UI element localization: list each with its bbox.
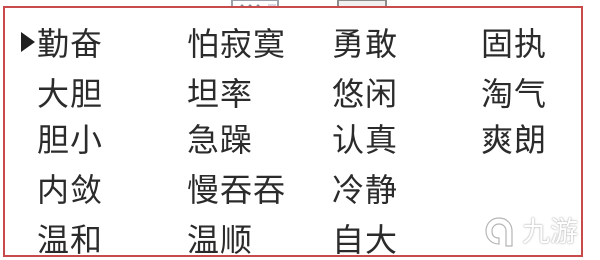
nature-option[interactable]: 认真 xyxy=(332,120,398,160)
nature-option[interactable]: 勇敢 xyxy=(332,24,398,64)
nature-option[interactable]: 温和 xyxy=(37,220,103,260)
nature-option[interactable]: 坦率 xyxy=(187,74,253,114)
nature-option[interactable]: 勤奋 xyxy=(37,24,103,64)
nature-selection-window: 勤奋 怕寂寞 勇敢 固执 大胆 坦率 悠闲 淘气 胆小 急躁 认真 爽朗 内敛 … xyxy=(0,0,600,260)
nature-option[interactable]: 悠闲 xyxy=(332,74,398,114)
nature-option[interactable]: 慢吞吞 xyxy=(187,170,286,210)
nature-option[interactable]: 内敛 xyxy=(37,170,103,210)
nature-option[interactable]: 怕寂寞 xyxy=(187,24,286,64)
nine-game-logo-icon xyxy=(485,217,513,247)
watermark: 九游 xyxy=(482,212,592,252)
watermark-text: 九游 xyxy=(522,215,579,248)
nature-option[interactable]: 冷静 xyxy=(332,170,398,210)
nature-option[interactable]: 胆小 xyxy=(37,120,103,160)
triangle-right-icon xyxy=(21,32,35,52)
nature-option[interactable]: 温顺 xyxy=(187,220,253,260)
nature-option[interactable]: 大胆 xyxy=(37,74,103,114)
nature-option[interactable]: 固执 xyxy=(481,24,547,64)
nature-option[interactable]: 自大 xyxy=(332,220,398,260)
nature-option[interactable]: 爽朗 xyxy=(481,120,547,160)
nature-option[interactable]: 淘气 xyxy=(481,74,547,114)
nature-option[interactable]: 急躁 xyxy=(187,120,253,160)
